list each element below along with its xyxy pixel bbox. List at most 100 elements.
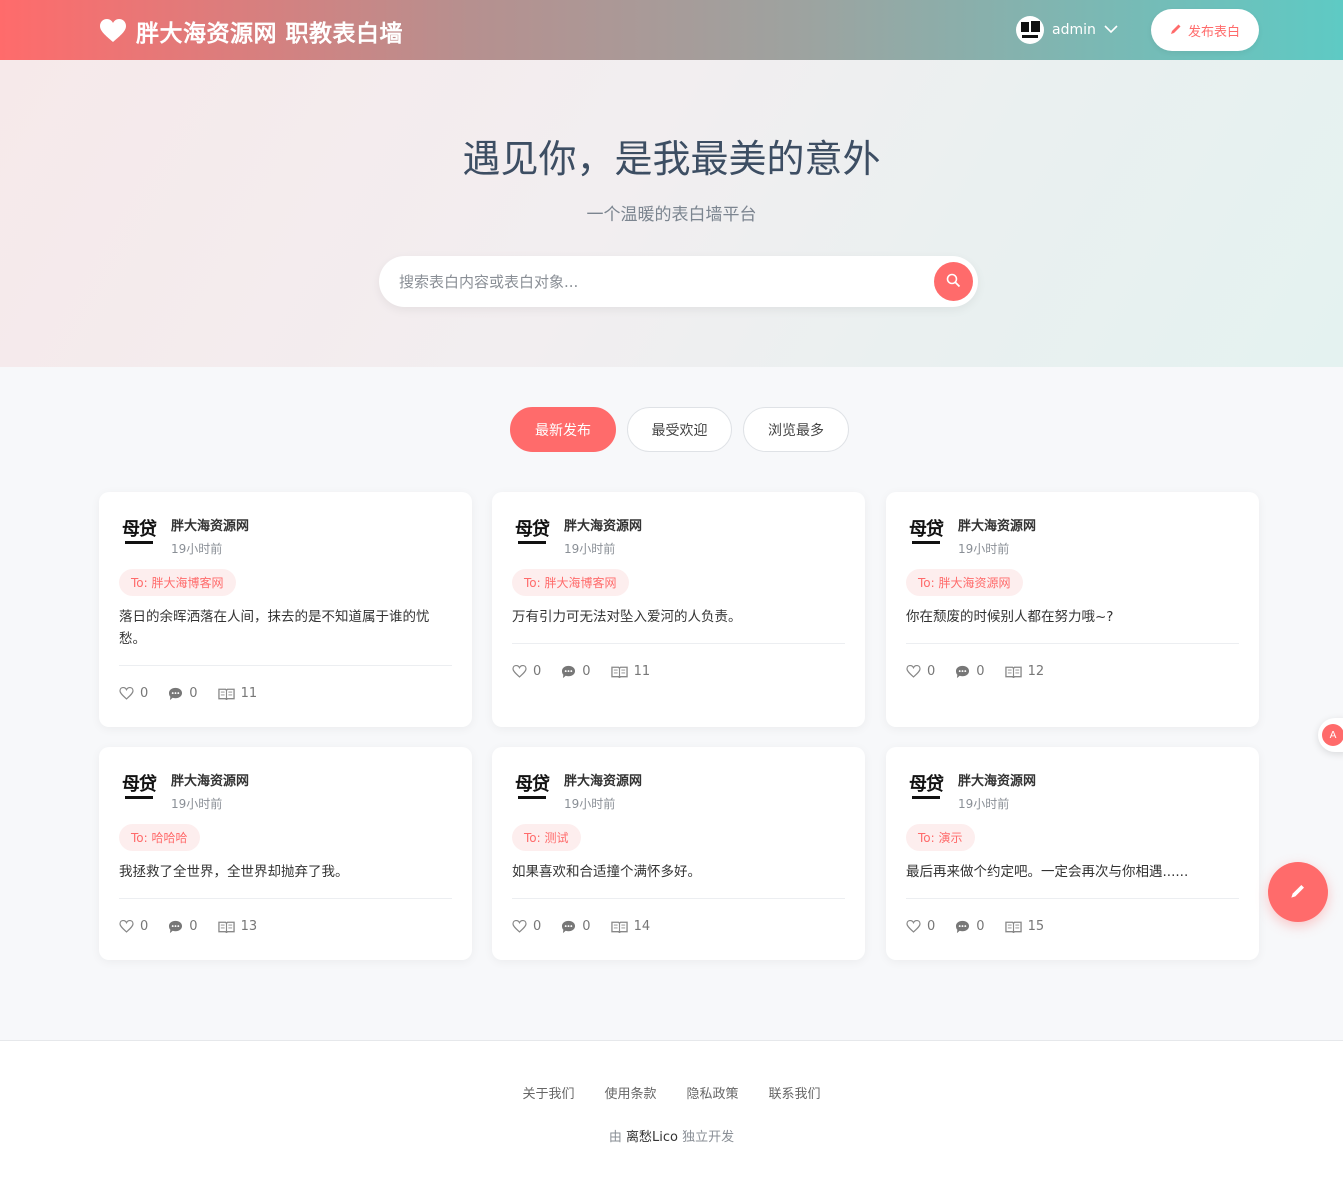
svg-text:贷: 贷: [139, 518, 157, 540]
like-count: 0: [927, 664, 936, 679]
svg-text:母: 母: [515, 519, 533, 540]
author-name[interactable]: 胖大海资源网: [958, 770, 1036, 789]
recipient-badge: To: 测试: [512, 824, 581, 851]
confession-card[interactable]: 母贷胖大海资源网 19小时前 To: 哈哈哈 我拯救了全世界，全世界却抛弃了我。 0 0 1…: [99, 747, 472, 960]
author-name[interactable]: 胖大海资源网: [564, 770, 642, 789]
avatar[interactable]: 母贷: [906, 512, 946, 552]
svg-text:母: 母: [122, 519, 140, 540]
like-button[interactable]: 0: [512, 919, 541, 934]
views-stat: 11: [217, 686, 257, 701]
card-stats: 0 0 12: [906, 664, 1044, 679]
avatar[interactable]: 母贷: [906, 767, 946, 807]
footer-link-about[interactable]: 关于我们: [522, 1083, 574, 1102]
like-button[interactable]: 0: [119, 686, 148, 701]
svg-text:贷: 贷: [532, 518, 550, 540]
translate-widget[interactable]: A: [1318, 718, 1343, 752]
author-name[interactable]: 胖大海资源网: [171, 770, 249, 789]
recipient-badge: To: 胖大海博客网: [119, 569, 236, 596]
footer-link-terms[interactable]: 使用条款: [604, 1083, 656, 1102]
confession-text: 落日的余晖洒落在人间，抹去的是不知道属于谁的忧愁。: [119, 609, 430, 647]
author-name[interactable]: 胖大海资源网: [171, 515, 249, 534]
post-time: 19小时前: [564, 542, 616, 556]
like-button[interactable]: 0: [906, 919, 935, 934]
svg-text:母: 母: [909, 519, 927, 540]
card-divider: [906, 898, 1239, 899]
post-time: 19小时前: [171, 542, 223, 556]
confession-text: 万有引力可无法对坠入爱河的人负责。: [512, 609, 742, 625]
brand[interactable]: 胖大海资源网 职教表白墙: [100, 14, 403, 48]
avatar[interactable]: 母贷: [119, 512, 159, 552]
comment-button[interactable]: 0: [955, 664, 985, 679]
tab-most-viewed[interactable]: 浏览最多: [743, 407, 849, 452]
like-icon: [512, 920, 527, 933]
post-time: 19小时前: [958, 542, 1010, 556]
like-count: 0: [533, 919, 542, 934]
publish-button[interactable]: 发布表白: [1151, 9, 1259, 51]
confession-card[interactable]: 母贷胖大海资源网 19小时前 To: 胖大海资源网 你在颓废的时候别人都在努力哦~? 0…: [886, 492, 1259, 727]
confession-card[interactable]: 母贷胖大海资源网 19小时前 To: 演示 最后再来做个约定吧。一定会再次与你相遇..…: [886, 747, 1259, 960]
tab-popular[interactable]: 最受欢迎: [627, 407, 732, 452]
like-icon: [119, 920, 134, 933]
card-divider: [906, 643, 1239, 644]
confession-text: 我拯救了全世界，全世界却抛弃了我。: [119, 864, 349, 880]
heart-icon: [100, 19, 126, 43]
publish-label: 发布表白: [1187, 23, 1240, 39]
confession-card[interactable]: 母贷胖大海资源网 19小时前 To: 胖大海博客网 万有引力可无法对坠入爱河的人负责。…: [492, 492, 865, 727]
chevron-down-icon: [1104, 22, 1118, 38]
comment-button[interactable]: 0: [561, 919, 591, 934]
floating-publish-button[interactable]: [1268, 862, 1328, 922]
card-stats: 0 0 11: [119, 686, 257, 701]
views-icon: [217, 920, 235, 933]
views-stat: 13: [217, 919, 257, 934]
avatar[interactable]: 母贷: [512, 512, 552, 552]
confession-card[interactable]: 母贷胖大海资源网 19小时前 To: 测试 如果喜欢和合适撞个满怀多好。 0 0 14: [492, 747, 865, 960]
like-count: 0: [140, 686, 149, 701]
author-name[interactable]: 胖大海资源网: [958, 515, 1036, 534]
views-count: 12: [1027, 664, 1045, 679]
comment-button[interactable]: 0: [955, 919, 985, 934]
credit-name[interactable]: 离愁Lico: [626, 1130, 678, 1145]
like-button[interactable]: 0: [119, 919, 148, 934]
comment-button[interactable]: 0: [168, 919, 198, 934]
like-button[interactable]: 0: [906, 664, 935, 679]
card-header: 母贷胖大海资源网 19小时前: [119, 512, 249, 557]
credit-prefix: 由: [608, 1130, 622, 1145]
user-menu[interactable]: admin: [1016, 16, 1118, 44]
comment-icon: [168, 920, 183, 934]
views-icon: [610, 920, 628, 933]
views-stat: 14: [610, 919, 650, 934]
pencil-icon: [1170, 23, 1182, 38]
card-header: 母贷胖大海资源网 19小时前: [512, 767, 642, 812]
hero-title: 遇见你，是我最美的意外: [462, 137, 881, 181]
footer-link-privacy[interactable]: 隐私政策: [687, 1083, 739, 1102]
footer-link-contact[interactable]: 联系我们: [769, 1083, 821, 1102]
comment-icon: [955, 665, 970, 679]
comment-icon: [168, 687, 183, 701]
post-time: 19小时前: [958, 797, 1010, 811]
search-button[interactable]: [934, 262, 973, 301]
search-input[interactable]: [399, 256, 919, 307]
author-name[interactable]: 胖大海资源网: [564, 515, 642, 534]
avatar[interactable]: 母贷: [119, 767, 159, 807]
comment-count: 0: [582, 919, 591, 934]
like-button[interactable]: 0: [512, 664, 541, 679]
like-icon: [906, 665, 921, 678]
username: admin: [1052, 22, 1096, 38]
tab-latest[interactable]: 最新发布: [510, 407, 616, 452]
brand-title: 胖大海资源网 职教表白墙: [136, 21, 404, 47]
confession-card[interactable]: 母贷胖大海资源网 19小时前 To: 胖大海博客网落日的余晖洒落在人间，抹去的是不知…: [99, 492, 472, 727]
comment-count: 0: [976, 919, 985, 934]
recipient-badge: To: 哈哈哈: [119, 824, 200, 851]
comment-count: 0: [189, 686, 198, 701]
like-icon: [512, 665, 527, 678]
comment-count: 0: [976, 664, 985, 679]
search-icon: [946, 273, 961, 291]
card-stats: 0 0 13: [119, 919, 257, 934]
card-header: 母贷胖大海资源网 19小时前: [906, 512, 1036, 557]
comment-button[interactable]: 0: [168, 686, 198, 701]
card-stats: 0 0 14: [512, 919, 650, 934]
comment-button[interactable]: 0: [561, 664, 591, 679]
avatar[interactable]: 母贷: [512, 767, 552, 807]
views-count: 11: [633, 664, 651, 679]
sort-tabs: 最新发布 最受欢迎 浏览最多: [510, 407, 849, 452]
